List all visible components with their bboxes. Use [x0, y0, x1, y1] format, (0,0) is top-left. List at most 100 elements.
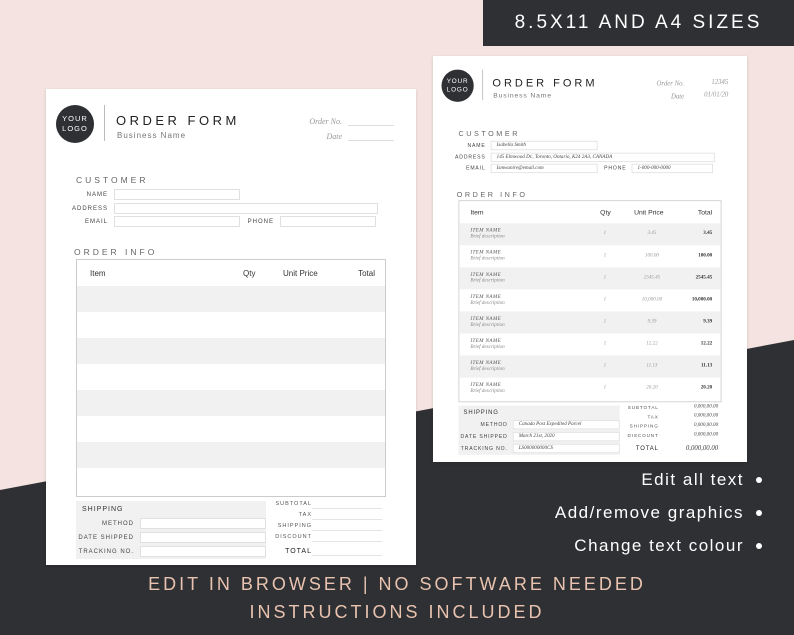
table-row[interactable] — [77, 390, 385, 416]
ship-method-row: METHOD Canada Post Expedited Parcel — [458, 420, 620, 430]
tax-label: TAX — [298, 512, 312, 518]
order-no-value[interactable]: 12345 — [689, 78, 728, 87]
phone-field[interactable] — [280, 216, 376, 227]
ship-method-field[interactable]: Canada Post Expedited Parcel — [512, 420, 620, 430]
subtotal-field[interactable] — [312, 499, 382, 509]
table-row[interactable] — [77, 312, 385, 338]
item-qty: 1 — [603, 319, 607, 325]
address-field[interactable] — [114, 203, 378, 214]
order-no-field[interactable] — [348, 115, 394, 126]
shipping-field[interactable] — [312, 521, 382, 531]
total-row: TOTAL — [268, 546, 382, 556]
email-field[interactable] — [114, 216, 240, 227]
table-row[interactable] — [77, 364, 385, 390]
items-table: Item Qty Unit Price Total — [76, 259, 386, 497]
filled-sheet: YOUR LOGO ORDER FORM Business Name Order … — [433, 56, 747, 460]
ship-method-row: METHOD — [76, 518, 266, 529]
table-row[interactable]: ITEM NAME Brief description 1 10,000.00 10,0… — [459, 289, 720, 311]
subtotal-row: SUBTOTAL 0,000,00.00 — [621, 404, 718, 412]
logo-line2: LOGO — [446, 85, 469, 94]
ship-date-field[interactable] — [140, 532, 266, 543]
item-qty: 1 — [603, 341, 607, 347]
table-row[interactable]: ITEM NAME Brief description 1 11.13 11.13 — [459, 355, 721, 378]
total-value[interactable]: 0,000,00.00 — [659, 444, 718, 452]
item-desc: Brief description — [470, 388, 505, 394]
item-total: 11.13 — [701, 363, 713, 369]
item-total: 3.45 — [703, 230, 713, 236]
total-field[interactable] — [312, 546, 382, 556]
tracking-field[interactable] — [140, 546, 266, 557]
shipping-row: SHIPPING — [268, 521, 382, 531]
name-field[interactable] — [114, 189, 240, 200]
total-row: TOTAL 0,000,00.00 — [621, 444, 718, 452]
item-name: ITEM NAME — [470, 294, 502, 300]
order-info-heading: ORDER INFO — [74, 247, 158, 257]
item-qty: 1 — [603, 274, 607, 281]
table-header: Item Qty Unit Price Total — [459, 201, 720, 223]
table-row[interactable] — [77, 468, 385, 494]
item-total: 10,000.00 — [691, 297, 713, 303]
logo-badge: YOUR LOGO — [56, 105, 94, 143]
table-row[interactable] — [77, 286, 385, 312]
discount-row: DISCOUNT 0,000,00.00 — [621, 432, 719, 440]
date-value[interactable]: 01/01/20 — [689, 91, 728, 100]
table-row[interactable]: ITEM NAME Brief description 1 9.39 9.39 — [459, 311, 721, 334]
table-row[interactable] — [77, 338, 385, 364]
ship-method-label: METHOD — [480, 422, 508, 428]
table-row[interactable] — [77, 442, 385, 468]
address-field[interactable]: 145 Elmwood Dr., Toronto, Ontario, K24 2… — [490, 152, 715, 163]
customer-heading: CUSTOMER — [76, 175, 149, 185]
shipping-value[interactable]: 0,000,00.00 — [659, 423, 718, 431]
discount-field[interactable] — [312, 532, 382, 542]
item-name: ITEM NAME — [470, 360, 502, 366]
table-row[interactable]: ITEM NAME Brief description 1 100.00 100.00 — [459, 245, 720, 267]
table-row[interactable]: ITEM NAME Brief description 1 12.22 12.22 — [459, 333, 720, 355]
col-qty: Qty — [243, 268, 256, 278]
item-price: 12.22 — [646, 341, 658, 347]
shipping-box: SHIPPING METHOD Canada Post Expedited Par… — [458, 405, 620, 455]
logo-line2: LOGO — [62, 124, 88, 133]
item-total: 100.00 — [698, 252, 713, 258]
name-field[interactable]: Isabella Smith — [490, 140, 598, 151]
feature-edit-text: Edit all text — [641, 470, 762, 490]
tax-row: TAX 0,000,00.00 — [621, 413, 718, 421]
table-row[interactable]: ITEM NAME Brief description 1 2545.45 2545.4… — [459, 267, 721, 290]
tax-row: TAX — [268, 510, 382, 520]
table-row[interactable]: ITEM NAME Brief description 1 20.20 20.20 — [459, 378, 720, 400]
item-qty: 1 — [603, 252, 607, 258]
ship-date-row: DATE SHIPPED — [76, 532, 266, 543]
date-label: Date — [326, 132, 342, 141]
order-no-row: Order No. — [298, 115, 394, 126]
item-total: 2545.45 — [695, 274, 713, 281]
email-field[interactable]: Ismwanire@email.com — [490, 163, 598, 174]
item-desc: Brief description — [470, 256, 505, 262]
item-qty: 1 — [603, 297, 607, 303]
item-name: ITEM NAME — [470, 250, 502, 256]
name-label: NAME — [467, 142, 486, 149]
subtotal-value[interactable]: 0,000,00.00 — [659, 404, 718, 412]
discount-value[interactable]: 0,000,00.00 — [659, 432, 718, 440]
item-name: ITEM NAME — [470, 228, 502, 234]
item-name: ITEM NAME — [470, 316, 502, 322]
phone-field[interactable]: 1-000-000-0000 — [631, 163, 714, 174]
tax-value[interactable]: 0,000,00.00 — [659, 413, 718, 421]
shipping-row: SHIPPING 0,000,00.00 — [621, 423, 719, 431]
address-label: ADDRESS — [455, 154, 486, 160]
item-desc: Brief description — [470, 278, 505, 284]
total-label: TOTAL — [635, 445, 659, 452]
tracking-field[interactable]: LS000000000CS — [512, 443, 620, 454]
footer-line-2: INSTRUCTIONS INCLUDED — [249, 602, 545, 622]
table-row[interactable]: ITEM NAME Brief description 1 3.45 3.45 — [459, 223, 721, 246]
table-row[interactable] — [77, 416, 385, 442]
ship-date-field[interactable]: March 21st, 2020 — [512, 431, 620, 442]
date-field[interactable] — [348, 130, 394, 141]
business-name: Business Name — [493, 91, 552, 100]
tax-field[interactable] — [312, 510, 382, 520]
name-row: NAME Isabella Smith — [441, 140, 598, 151]
ship-method-field[interactable] — [140, 518, 266, 529]
col-item: Item — [470, 208, 484, 216]
ship-date-label: DATE SHIPPED — [460, 434, 508, 440]
address-label: ADDRESS — [71, 205, 108, 212]
table-header: Item Qty Unit Price Total — [77, 260, 385, 286]
order-info-heading: ORDER INFO — [456, 190, 528, 199]
